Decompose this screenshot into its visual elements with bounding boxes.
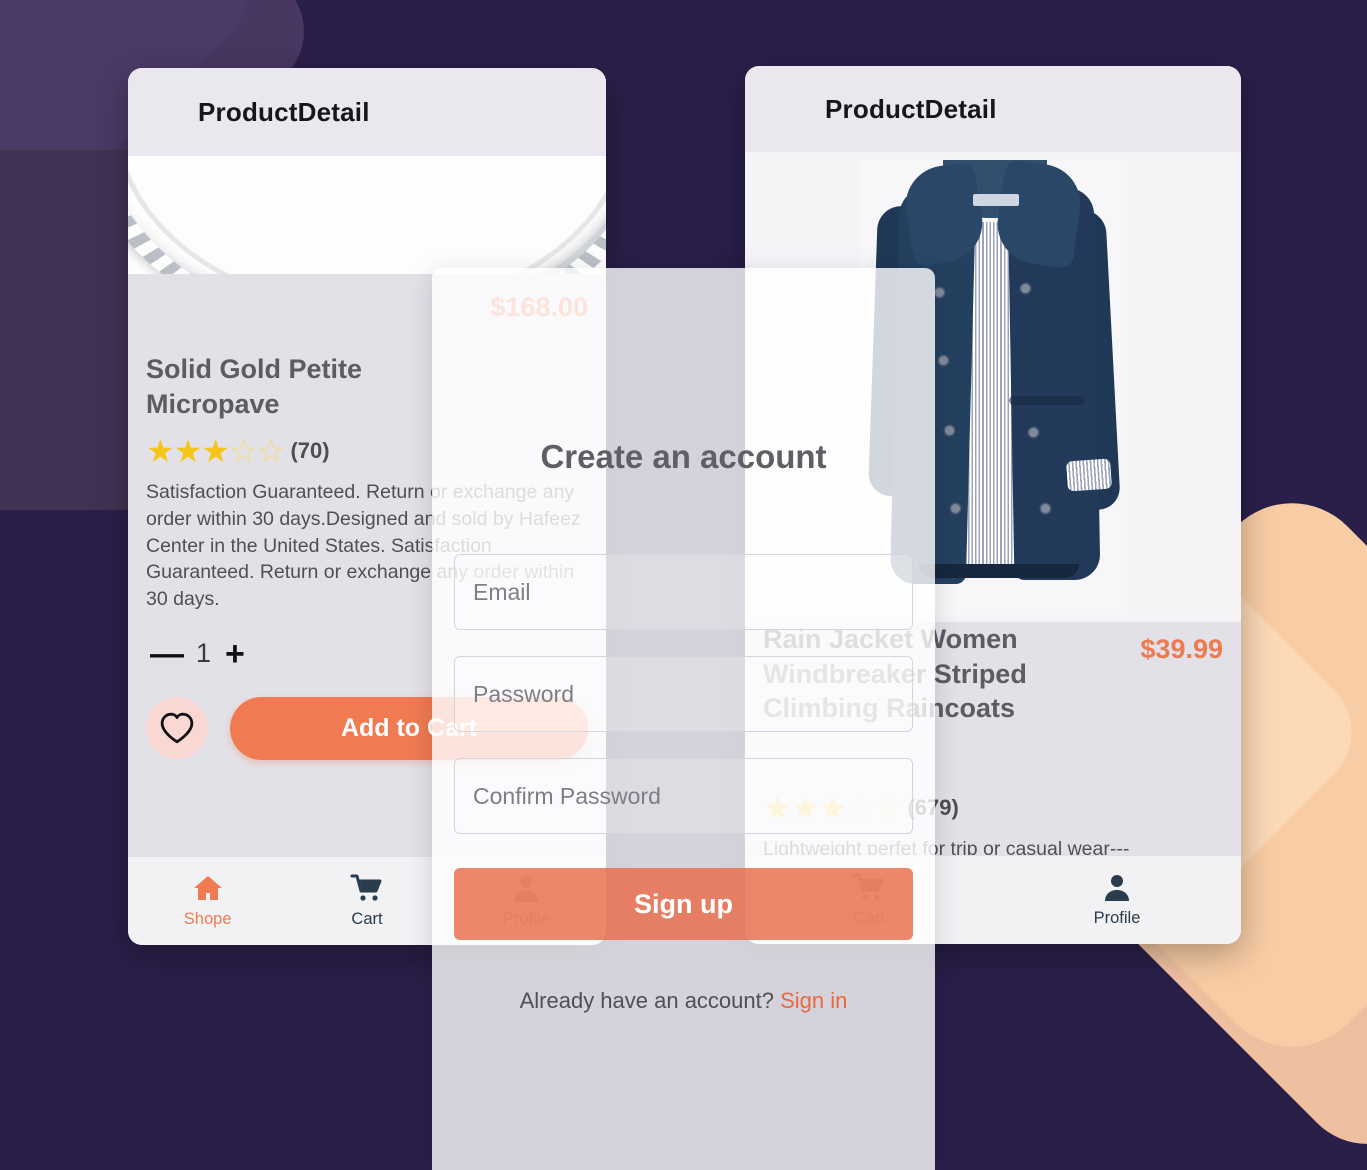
create-account-modal: Create an account Email Password Confirm…	[432, 268, 935, 1170]
nav-item-profile[interactable]: Profile	[993, 872, 1241, 928]
confirm-password-field[interactable]: Confirm Password	[454, 758, 913, 834]
nav-item-cart[interactable]: Cart	[287, 873, 446, 929]
quantity-value: 1	[196, 638, 212, 669]
heart-icon	[160, 712, 194, 744]
nav-label: Cart	[351, 910, 383, 928]
appbar-right: ProductDetail	[745, 66, 1241, 152]
modal-title: Create an account	[540, 438, 827, 475]
profile-icon	[1105, 875, 1129, 901]
jacket-button	[945, 425, 954, 435]
email-placeholder: Email	[473, 578, 531, 605]
home-icon	[193, 876, 222, 900]
favorite-button[interactable]	[146, 697, 208, 760]
page-title: ProductDetail	[198, 96, 370, 127]
stars-filled: ★★★	[146, 433, 230, 470]
jacket-button	[1029, 427, 1038, 437]
jacket-button	[1041, 503, 1050, 513]
nav-label: Profile	[1093, 909, 1141, 927]
product-title: Solid Gold Petite Micropave	[146, 354, 363, 419]
cart-icon	[350, 874, 382, 901]
jacket-button	[1021, 283, 1030, 293]
nav-item-shope[interactable]: Shope	[128, 873, 287, 929]
jacket-brand-label	[973, 193, 1019, 206]
rating-count: (70)	[290, 438, 330, 464]
jacket-waist-tie	[1009, 395, 1085, 405]
star-rating-icon: ★★★☆☆	[146, 433, 285, 470]
stars-empty: ☆☆	[229, 433, 285, 470]
jacket-cuff	[1066, 458, 1112, 491]
email-field[interactable]: Email	[454, 554, 913, 630]
quantity-increment-button[interactable]: +	[225, 637, 245, 671]
product-price: $39.99	[1140, 634, 1223, 664]
nav-label: Shope	[183, 910, 232, 928]
ring-band-outer	[128, 156, 606, 274]
product-image-ring	[128, 156, 606, 274]
page-title: ProductDetail	[825, 93, 997, 124]
jacket-button	[939, 355, 948, 365]
signin-prompt: Already have an account? Sign in	[454, 988, 913, 1014]
ring-inner-edge	[128, 156, 606, 274]
signin-link[interactable]: Sign in	[780, 988, 847, 1013]
ring-illustration	[128, 156, 606, 274]
jacket-button	[935, 287, 944, 297]
signup-button[interactable]: Sign up	[454, 868, 913, 940]
signin-prompt-text: Already have an account?	[519, 988, 774, 1013]
confirm-password-placeholder: Confirm Password	[473, 782, 661, 809]
jacket-hem	[919, 563, 1079, 578]
password-field[interactable]: Password	[454, 656, 913, 732]
jacket-button	[951, 503, 960, 513]
quantity-decrement-button[interactable]: —	[150, 637, 184, 671]
appbar-left: ProductDetail	[128, 68, 606, 156]
password-placeholder: Password	[473, 680, 574, 707]
